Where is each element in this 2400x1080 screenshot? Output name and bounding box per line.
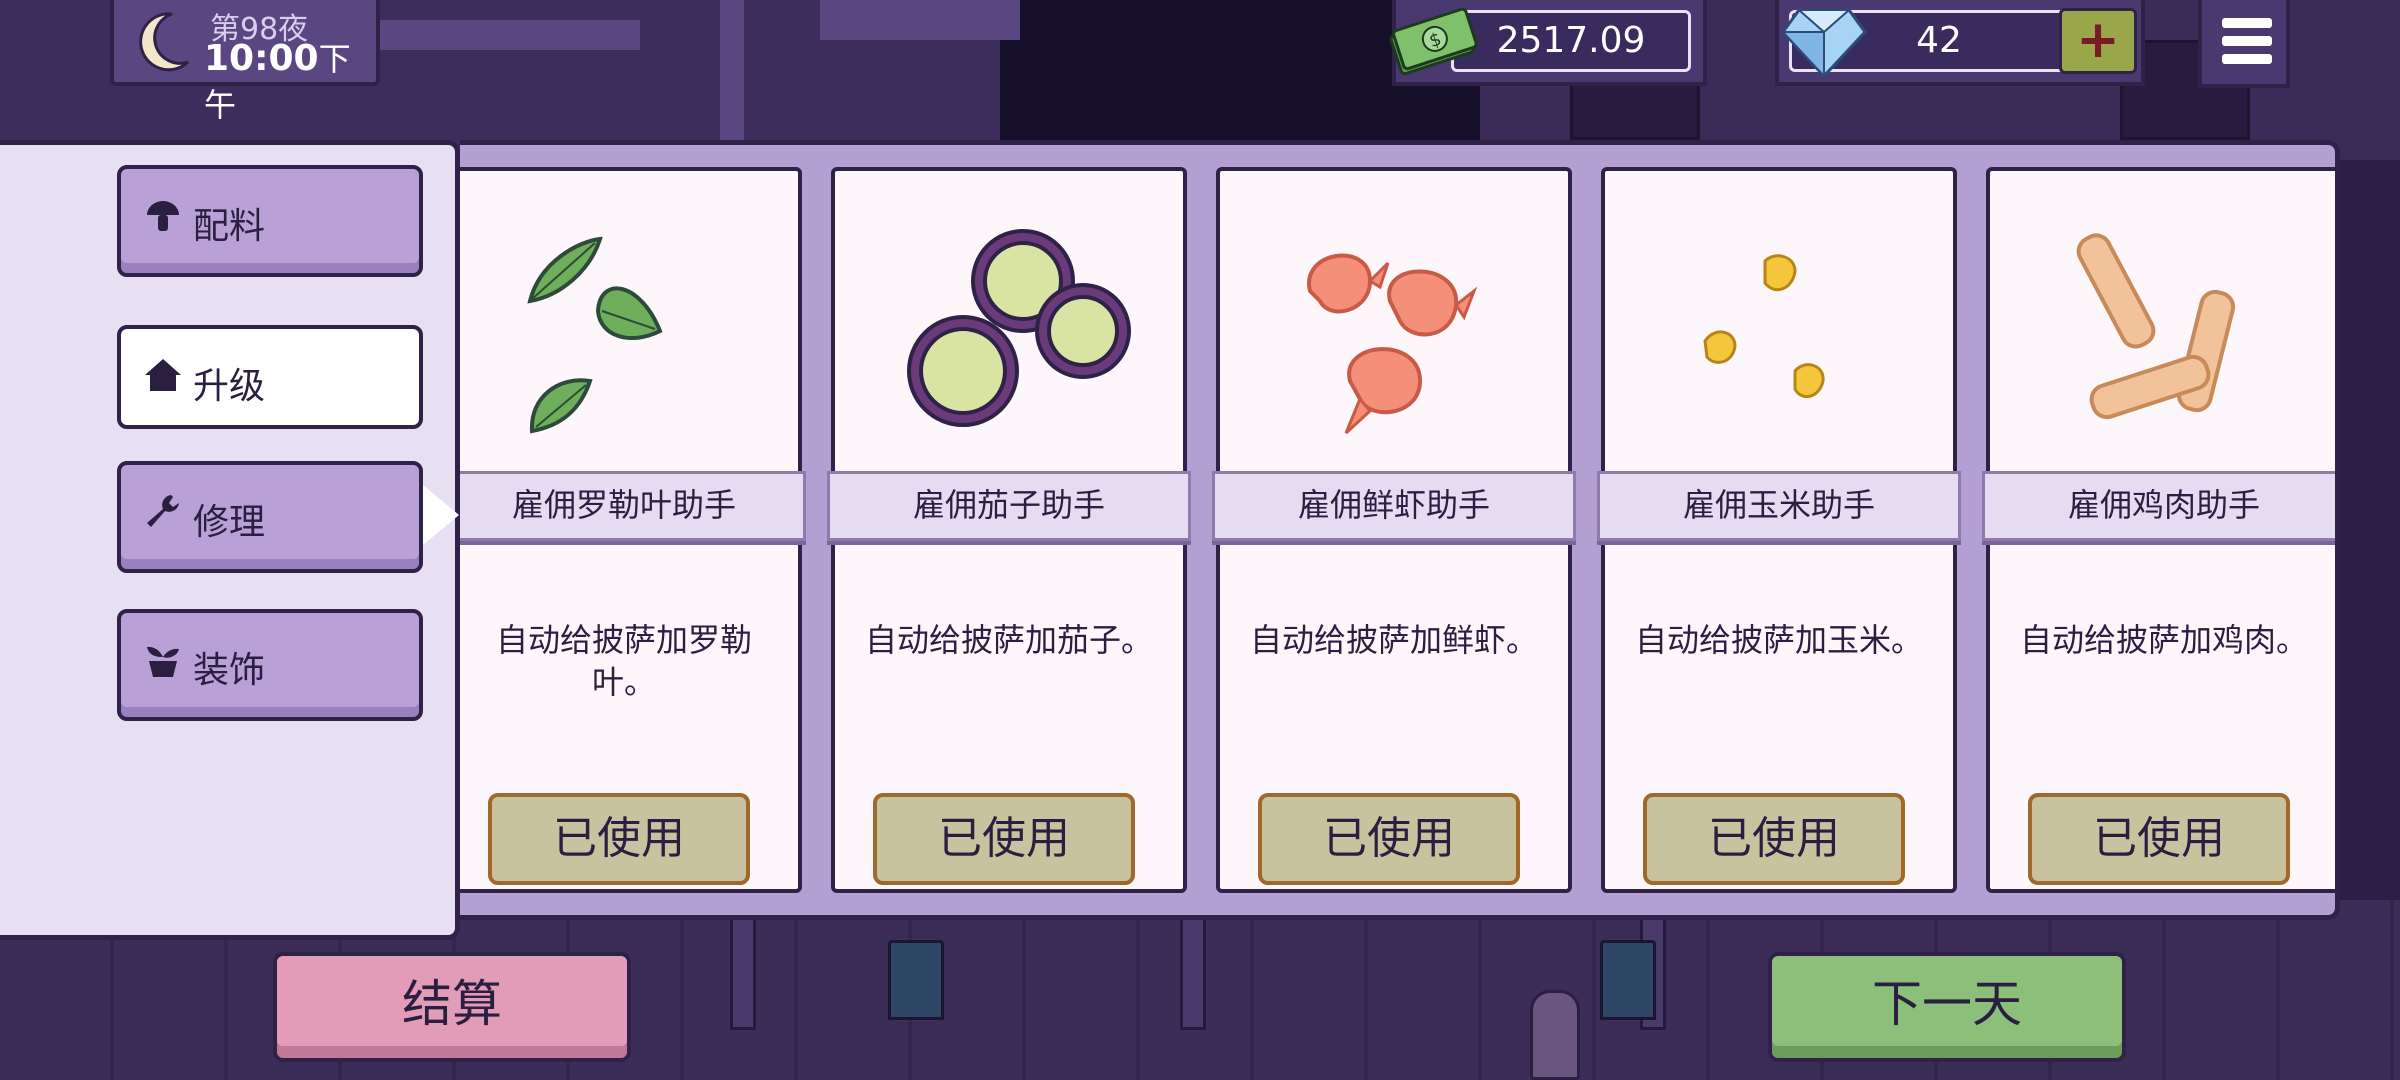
card-description: 自动给披萨加鲜虾。 <box>1249 621 1538 659</box>
money-display: 2517.09 $ <box>1389 0 1707 86</box>
day-time-display: 第98夜 10:00下午 <box>110 0 380 124</box>
basil-icon <box>527 236 663 434</box>
used-button[interactable]: 已使用 <box>1643 793 1905 885</box>
shrimp-icon <box>1307 253 1478 435</box>
chicken-icon <box>2076 233 2236 420</box>
used-button[interactable]: 已使用 <box>1258 793 1520 885</box>
menu-button[interactable] <box>2198 0 2290 88</box>
card-title: 雇佣罗勒叶助手 <box>460 471 806 541</box>
fire-hydrant <box>1530 990 1580 1080</box>
upgrade-card: 雇佣茄子助手 自动给披萨加茄子。 已使用 <box>827 167 1191 893</box>
clock-time: 10:00下午 <box>204 34 376 126</box>
card-title: 雇佣鲜虾助手 <box>1212 471 1576 541</box>
cash-icon: $ <box>1389 8 1478 76</box>
tab-label: 升级 <box>193 366 266 407</box>
card-title: 雇佣茄子助手 <box>827 471 1191 541</box>
card-description: 自动给披萨加玉米。 <box>1634 621 1923 659</box>
tab-label: 配料 <box>193 206 266 247</box>
card-title: 雇佣鸡肉助手 <box>1982 471 2335 541</box>
upgrade-card: 雇佣鸡肉助手 自动给披萨加鸡肉。 已使用 <box>1982 167 2335 893</box>
trash-bin <box>1600 940 1656 1020</box>
eggplant-icon <box>907 229 1131 427</box>
tab-repair[interactable]: 修理 <box>117 461 423 573</box>
category-panel: 配料 升级 修理 装饰 <box>0 140 460 940</box>
active-tab-pointer <box>423 485 459 545</box>
corn-icon <box>1703 254 1825 398</box>
upgrade-card: 雇佣罗勒叶助手 自动给披萨加罗勒叶。 已使用 <box>460 167 806 893</box>
clock-hour: 10:00 <box>204 38 319 79</box>
next-day-button[interactable]: 下一天 <box>1768 952 2126 1062</box>
tab-label: 修理 <box>193 502 266 543</box>
upgrade-card: 雇佣鲜虾助手 自动给披萨加鲜虾。 已使用 <box>1212 167 1576 893</box>
tab-decor[interactable]: 装饰 <box>117 609 423 721</box>
tab-toppings[interactable]: 配料 <box>117 165 423 277</box>
used-button[interactable]: 已使用 <box>2028 793 2290 885</box>
wrench-icon <box>147 495 179 527</box>
diamond-icon <box>1780 8 1867 79</box>
hamburger-icon <box>2222 18 2272 28</box>
used-button[interactable]: 已使用 <box>488 793 750 885</box>
trash-bin <box>888 940 944 1020</box>
tab-upgrades[interactable]: 升级 <box>117 325 423 429</box>
used-button[interactable]: 已使用 <box>873 793 1135 885</box>
house-icon <box>145 359 181 391</box>
mushroom-icon <box>147 201 179 231</box>
tab-label: 装饰 <box>193 650 266 691</box>
upgrade-card: 雇佣玉米助手 自动给披萨加玉米。 已使用 <box>1597 167 1961 893</box>
card-description: 自动给披萨加茄子。 <box>864 621 1153 659</box>
card-title: 雇佣玉米助手 <box>1597 471 1961 541</box>
card-description: 自动给披萨加鸡肉。 <box>2019 621 2308 659</box>
upgrade-cards-area: 雇佣罗勒叶助手 自动给披萨加罗勒叶。 已使用 雇佣茄子助手 自动给披萨加茄子。 … <box>460 140 2340 920</box>
add-gems-button[interactable]: + <box>2059 8 2137 74</box>
checkout-button[interactable]: 结算 <box>273 952 631 1062</box>
card-description: 自动给披萨加罗勒叶。 <box>495 621 752 701</box>
moon-icon <box>139 12 190 72</box>
gem-display: 42 + <box>1775 0 2145 86</box>
plant-icon <box>147 646 179 677</box>
money-amount: 2517.09 <box>1451 10 1691 72</box>
